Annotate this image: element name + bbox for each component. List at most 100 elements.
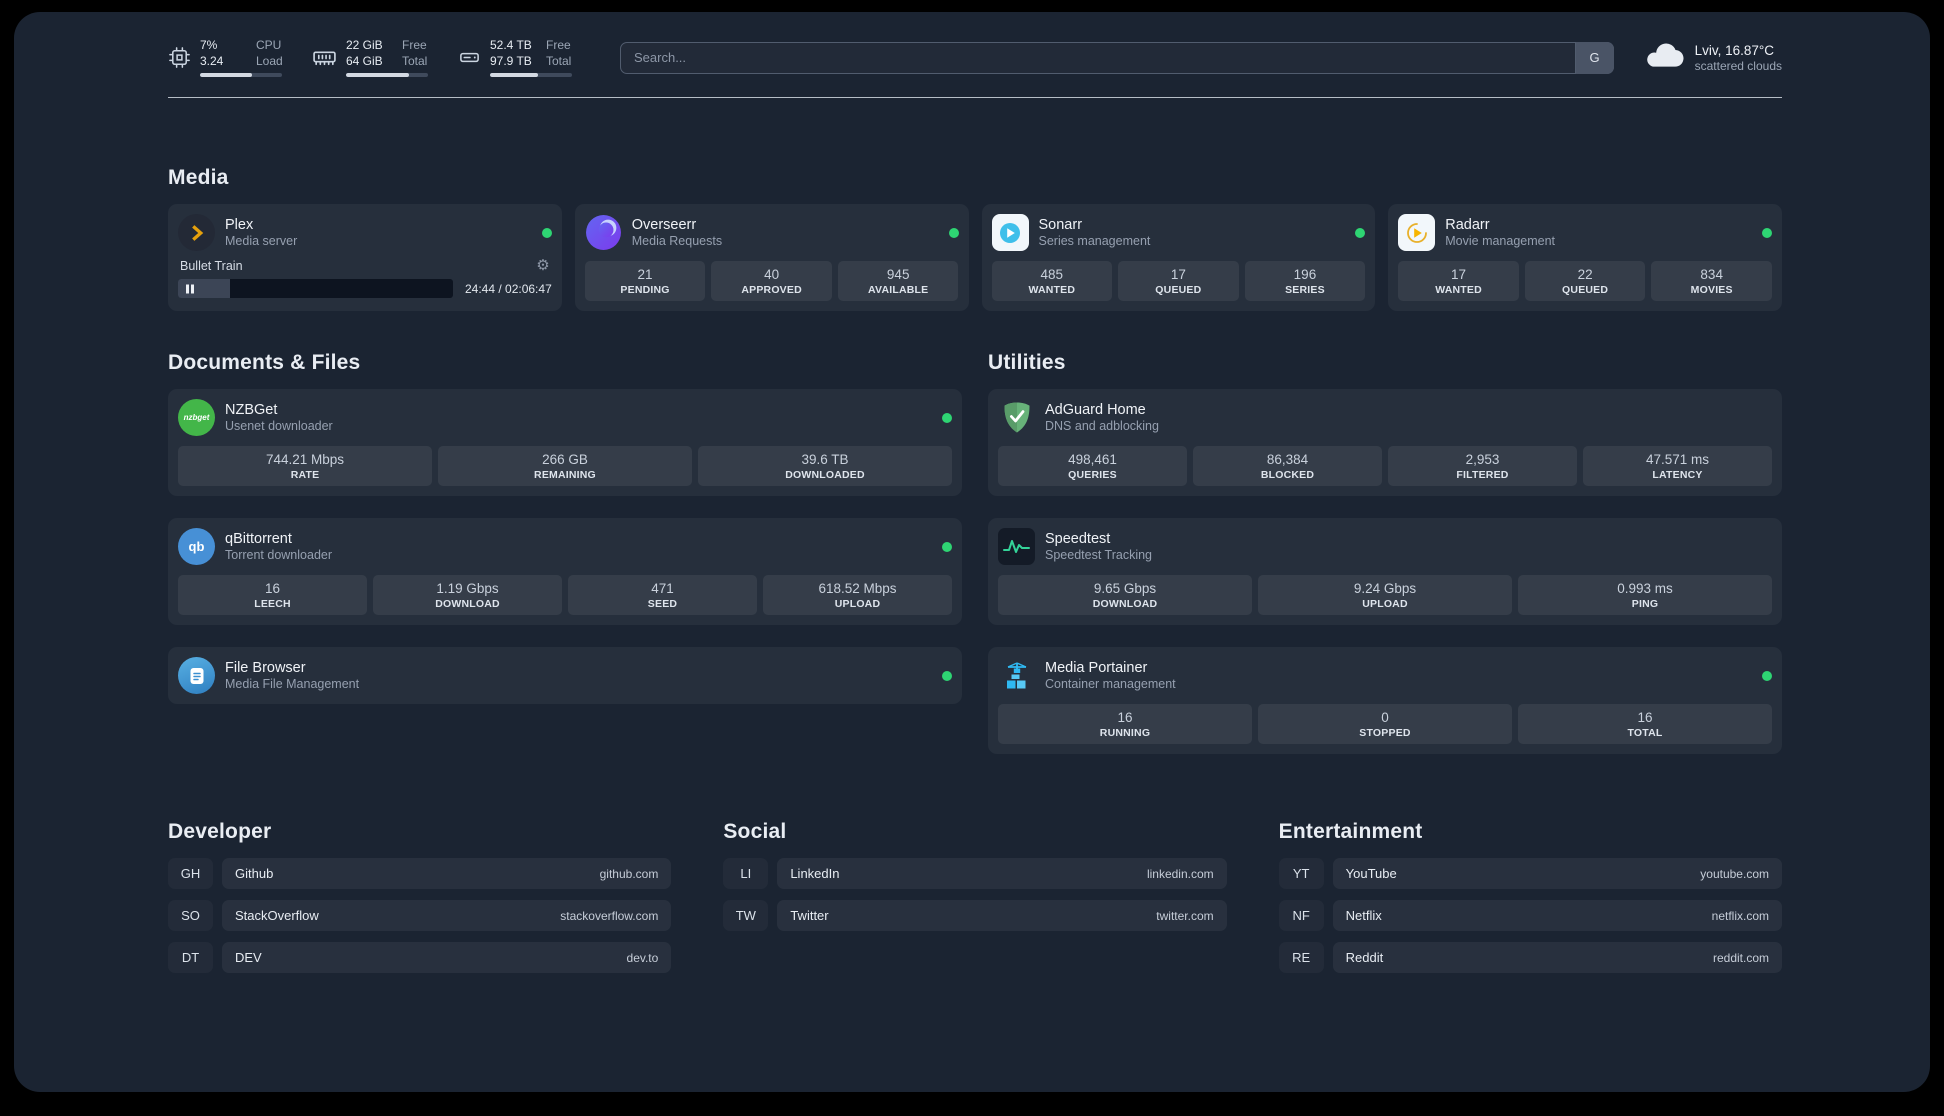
column-utilities: Utilities AdGuard Home DNS and adblockin… (988, 351, 1782, 755)
disk-icon (458, 46, 481, 69)
service-name: AdGuard Home (1045, 402, 1146, 419)
stat-available: 945 AVAILABLE (837, 261, 959, 302)
service-subtitle: Movie management (1445, 234, 1556, 249)
stat-wanted: 17 WANTED (1398, 261, 1519, 302)
stat-blocked: 86,384 BLOCKED (1193, 446, 1382, 487)
search-provider-button[interactable]: G (1574, 41, 1614, 74)
stat-series: 196 SERIES (1244, 261, 1366, 302)
service-name: File Browser (225, 660, 306, 677)
service-subtitle: Usenet downloader (225, 419, 333, 434)
search-input[interactable] (620, 41, 1614, 74)
cpu-label: CPU (256, 38, 282, 52)
service-card-plex[interactable]: Plex Media server Bullet Train ⚙ 24:44 /… (168, 204, 562, 312)
bookmark-github[interactable]: GH Github github.com (168, 858, 672, 890)
service-subtitle: Media File Management (225, 677, 360, 692)
section-title-entertainment: Entertainment (1278, 820, 1423, 844)
bookmark-abbr: YT (1279, 858, 1324, 889)
service-card-adguard[interactable]: AdGuard Home DNS and adblocking 498,461 … (988, 389, 1782, 497)
bookmark-netflix[interactable]: NF Netflix netflix.com (1279, 900, 1782, 932)
stat-stopped: 0 STOPPED (1258, 704, 1512, 745)
gear-icon[interactable]: ⚙ (536, 258, 549, 273)
section-title-utilities: Utilities (988, 351, 1066, 375)
cloud-icon (1644, 41, 1684, 74)
service-card-speedtest[interactable]: Speedtest Speedtest Tracking 9.65 Gbps D… (988, 518, 1782, 626)
bookmark-link[interactable]: Netflix netflix.com (1332, 900, 1782, 932)
stat-movies: 834 MOVIES (1651, 261, 1772, 302)
service-card-radarr[interactable]: Radarr Movie management 17 WANTED 22 QUE… (1388, 204, 1782, 312)
status-online-dot (942, 670, 952, 681)
bookmark-abbr: DT (168, 942, 213, 973)
service-card-overseerr[interactable]: Overseerr Media Requests 21 PENDING 40 A… (574, 204, 969, 312)
stat-seed: 471 SEED (568, 575, 757, 616)
adguard-icon (998, 399, 1035, 436)
disk-total-label: Total (546, 53, 572, 68)
service-card-nzbget[interactable]: nzbget NZBGet Usenet downloader 744.21 M… (168, 389, 962, 497)
service-name: qBittorrent (225, 531, 292, 548)
service-name: NZBGet (225, 402, 278, 419)
memory-progress-bar (346, 73, 428, 78)
stat-wanted: 485 WANTED (991, 261, 1113, 302)
service-subtitle: Media Requests (631, 234, 723, 249)
qbittorrent-icon: qb (178, 528, 215, 566)
header-divider (168, 97, 1782, 99)
stat-remaining: 266 GB REMAINING (438, 446, 692, 487)
plex-icon (178, 214, 215, 252)
stat-upload: 618.52 Mbps UPLOAD (763, 575, 952, 616)
bookmark-abbr: GH (168, 858, 213, 889)
bookmark-abbr: SO (168, 900, 213, 931)
disk-widget: 52.4 TB 97.9 TB Free Total (458, 38, 572, 78)
bookmark-link[interactable]: LinkedIn linkedin.com (777, 858, 1227, 890)
service-card-qbittorrent[interactable]: qb qBittorrent Torrent downloader 16 LEE… (168, 518, 962, 626)
bookmark-link[interactable]: Twitter twitter.com (777, 900, 1227, 932)
bookmark-link[interactable]: DEV dev.to (222, 942, 672, 974)
status-online-dot (1762, 227, 1772, 238)
cpu-load-value: 3.24 (200, 53, 224, 68)
stat-downloaded: 39.6 TB DOWNLOADED (698, 446, 952, 487)
column-documents: Documents & Files nzbget NZBGet Usenet d… (168, 351, 962, 754)
sonarr-icon (991, 214, 1029, 252)
service-card-filebrowser[interactable]: File Browser Media File Management (168, 647, 962, 705)
search-bar: G (620, 41, 1614, 74)
bookmark-group-developer: Developer GH Github github.com SO StackO… (168, 820, 672, 974)
bookmark-dev[interactable]: DT DEV dev.to (168, 942, 672, 974)
service-card-sonarr[interactable]: Sonarr Series management 485 WANTED 17 Q… (981, 204, 1376, 312)
stat-download: 9.65 Gbps DOWNLOAD (998, 575, 1252, 616)
memory-free-label: Free (402, 38, 427, 52)
stat-latency: 47.571 ms LATENCY (1583, 446, 1772, 487)
cpu-load-label: Load (256, 53, 283, 68)
bookmark-youtube[interactable]: YT YouTube youtube.com (1279, 858, 1782, 890)
bookmark-linkedin[interactable]: LI LinkedIn linkedin.com (723, 858, 1227, 890)
bookmark-link[interactable]: Reddit reddit.com (1332, 942, 1782, 974)
stat-queued: 22 QUEUED (1524, 261, 1646, 302)
bookmark-abbr: RE (1279, 942, 1324, 973)
memory-total-value: 64 GiB (346, 53, 383, 68)
bookmark-abbr: TW (723, 900, 768, 931)
stat-filtered: 2,953 FILTERED (1388, 446, 1577, 487)
playback-progress-bar[interactable] (178, 279, 453, 299)
stat-total: 16 TOTAL (1518, 704, 1772, 745)
stat-pending: 21 PENDING (584, 261, 706, 302)
disk-free-label: Free (546, 38, 571, 52)
bookmark-reddit[interactable]: RE Reddit reddit.com (1279, 942, 1782, 974)
service-subtitle: Speedtest Tracking (1045, 548, 1153, 563)
service-subtitle: Media server (225, 234, 298, 249)
stat-download: 1.19 Gbps DOWNLOAD (373, 575, 562, 616)
service-card-portainer[interactable]: Media Portainer Container management 16 … (988, 647, 1782, 755)
filebrowser-icon (178, 657, 215, 695)
bookmark-link[interactable]: Github github.com (222, 858, 672, 890)
status-online-dot (948, 227, 959, 238)
service-subtitle: DNS and adblocking (1045, 419, 1159, 434)
bookmark-twitter[interactable]: TW Twitter twitter.com (723, 900, 1227, 932)
now-playing-title: Bullet Train (180, 258, 243, 273)
status-online-dot (541, 227, 552, 238)
bookmark-stackoverflow[interactable]: SO StackOverflow stackoverflow.com (168, 900, 672, 932)
playback-time: 24:44 / 02:06:47 (465, 281, 552, 296)
pause-icon[interactable] (186, 284, 194, 294)
bookmark-link[interactable]: StackOverflow stackoverflow.com (222, 900, 672, 932)
status-online-dot (942, 412, 952, 423)
bookmark-link[interactable]: YouTube youtube.com (1332, 858, 1782, 890)
status-online-dot (1355, 227, 1366, 238)
stat-leech: 16 LEECH (178, 575, 367, 616)
cpu-widget: 7% 3.24 CPU Load (168, 38, 283, 78)
bookmark-abbr: NF (1279, 900, 1324, 931)
